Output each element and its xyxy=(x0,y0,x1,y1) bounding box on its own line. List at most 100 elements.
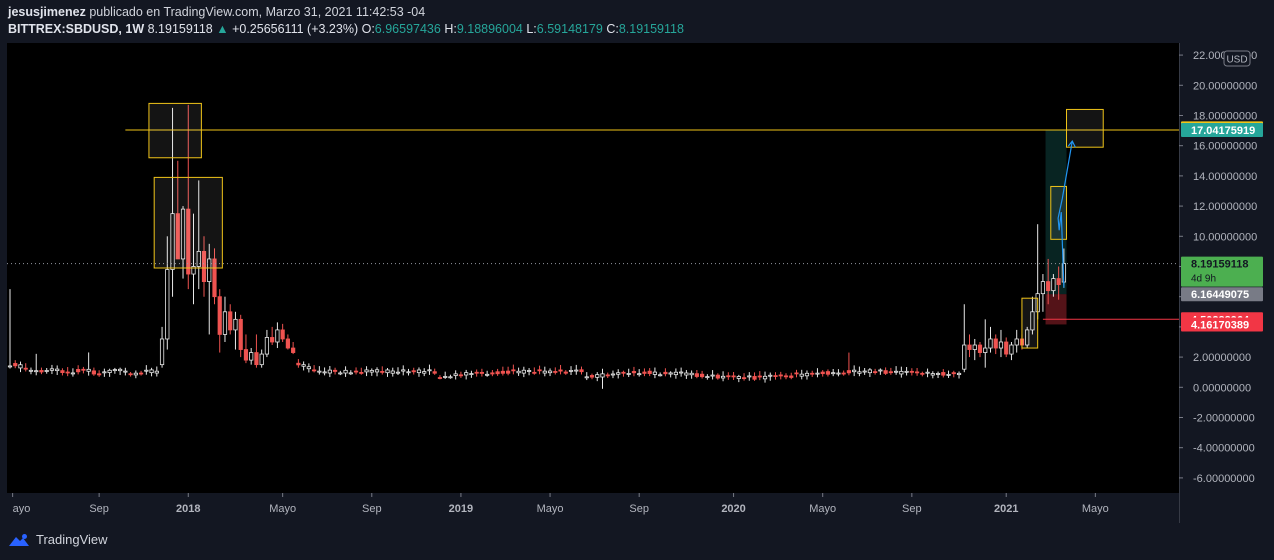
author-name[interactable]: jesusjimenez xyxy=(8,5,86,19)
publish-info: publicado en TradingView.com, Marzo 31, … xyxy=(89,5,426,19)
candle-body xyxy=(820,371,825,375)
candle-body xyxy=(343,369,348,374)
candle-body xyxy=(107,369,112,373)
high-value: 9.18896004 xyxy=(456,22,523,36)
candle-body xyxy=(857,371,862,374)
y-tick-label: 20.00000000 xyxy=(1193,80,1257,92)
symbol-label[interactable]: BITTREX:SBDUSD, 1W xyxy=(8,22,144,36)
candle-body xyxy=(888,371,893,374)
candle-body xyxy=(65,371,70,374)
candle-body xyxy=(752,376,757,380)
candle-body xyxy=(60,370,65,373)
candle-body xyxy=(280,329,285,340)
last-price: 8.19159118 xyxy=(147,22,213,36)
candle-body xyxy=(1004,341,1009,355)
candle-body xyxy=(526,370,532,372)
highlight-box xyxy=(1021,297,1039,349)
candle-body xyxy=(574,369,579,372)
y-tick-label: 14.00000000 xyxy=(1193,171,1257,183)
currency-label: USD xyxy=(1226,55,1247,66)
candle-body xyxy=(238,318,243,350)
candle-body xyxy=(159,338,165,366)
candle-body xyxy=(846,370,852,374)
candle-body xyxy=(663,371,668,375)
candle-body xyxy=(542,370,547,374)
chart-header-line2: BITTREX:SBDUSD, 1W 8.19159118 ▲ +0.25656… xyxy=(8,22,684,36)
high-label: H: xyxy=(444,22,457,36)
tradingview-logo-icon xyxy=(9,533,29,546)
price-label: 17.04175919 xyxy=(1181,122,1263,137)
candle-body xyxy=(332,369,338,372)
candle-body xyxy=(1046,281,1051,292)
candle-body xyxy=(584,376,589,379)
candle-body xyxy=(474,371,479,374)
candle-body xyxy=(81,368,86,371)
candle-body xyxy=(894,370,899,373)
candle-body xyxy=(988,338,993,349)
price-label-value: 4.16170389 xyxy=(1191,319,1249,331)
candle-body xyxy=(112,369,117,371)
y-tick-label: -4.00000000 xyxy=(1193,443,1255,455)
price-change: +0.25656111 (+3.23%) xyxy=(232,22,359,36)
x-tick-label: Mayo xyxy=(537,503,564,515)
y-tick-label: 18.00000000 xyxy=(1193,110,1257,122)
candle-body xyxy=(951,372,956,375)
candle-body xyxy=(296,362,301,366)
candle-body xyxy=(485,373,490,376)
highlight-box xyxy=(148,102,202,159)
candle-body xyxy=(102,371,107,374)
candle-body xyxy=(883,370,888,374)
candle-body xyxy=(149,369,154,374)
x-tick-label: 2020 xyxy=(721,503,745,515)
candle-body xyxy=(406,371,411,374)
candle-body xyxy=(86,368,91,372)
candle-body xyxy=(762,375,768,380)
x-tick-label: ayo xyxy=(13,503,31,515)
candle-body xyxy=(23,367,28,370)
candle-body xyxy=(710,374,715,377)
candle-body xyxy=(443,376,448,378)
candle-body xyxy=(138,372,144,375)
candle-body xyxy=(500,370,505,374)
candle-body xyxy=(1009,344,1014,355)
candle-body xyxy=(972,344,977,350)
candle-body xyxy=(579,369,584,373)
candle-body xyxy=(270,337,275,343)
candle-body xyxy=(254,352,259,366)
candle-body xyxy=(448,376,453,379)
candle-body xyxy=(935,373,941,375)
candle-body xyxy=(243,349,249,361)
candle-body xyxy=(70,372,76,375)
footer-brand[interactable]: TradingView xyxy=(8,532,108,547)
candle-body xyxy=(55,368,60,372)
candle-body xyxy=(658,374,663,377)
candle-body xyxy=(264,337,270,355)
candlestick-chart[interactable]: 22.0000000020.0000000018.0000000016.0000… xyxy=(7,43,1269,523)
candle-body xyxy=(13,363,18,367)
candle-body xyxy=(595,374,600,378)
candle-body xyxy=(233,318,238,331)
x-tick-label: 2018 xyxy=(176,503,200,515)
candle-body xyxy=(647,370,652,374)
y-tick-label: 16.00000000 xyxy=(1193,141,1257,153)
candle-body xyxy=(516,370,521,374)
candle-body xyxy=(920,372,925,375)
candle-body xyxy=(831,372,836,375)
price-label: 8.19159118 4d 9h xyxy=(1181,256,1263,287)
candle-body xyxy=(353,370,359,373)
candle-body xyxy=(689,372,694,376)
candle-body xyxy=(600,373,605,378)
candle-body xyxy=(123,370,128,373)
y-tick-label: 2.00000000 xyxy=(1193,352,1251,364)
candle-body xyxy=(715,374,720,379)
candle-body xyxy=(825,371,831,375)
candle-body xyxy=(28,369,34,372)
candle-body xyxy=(637,373,642,376)
candle-body xyxy=(306,366,311,370)
candle-body xyxy=(18,364,23,369)
candle-body xyxy=(778,374,783,377)
candle-body xyxy=(128,373,133,376)
candle-body xyxy=(804,372,810,377)
candle-body xyxy=(469,373,474,375)
candle-body xyxy=(998,341,1004,349)
